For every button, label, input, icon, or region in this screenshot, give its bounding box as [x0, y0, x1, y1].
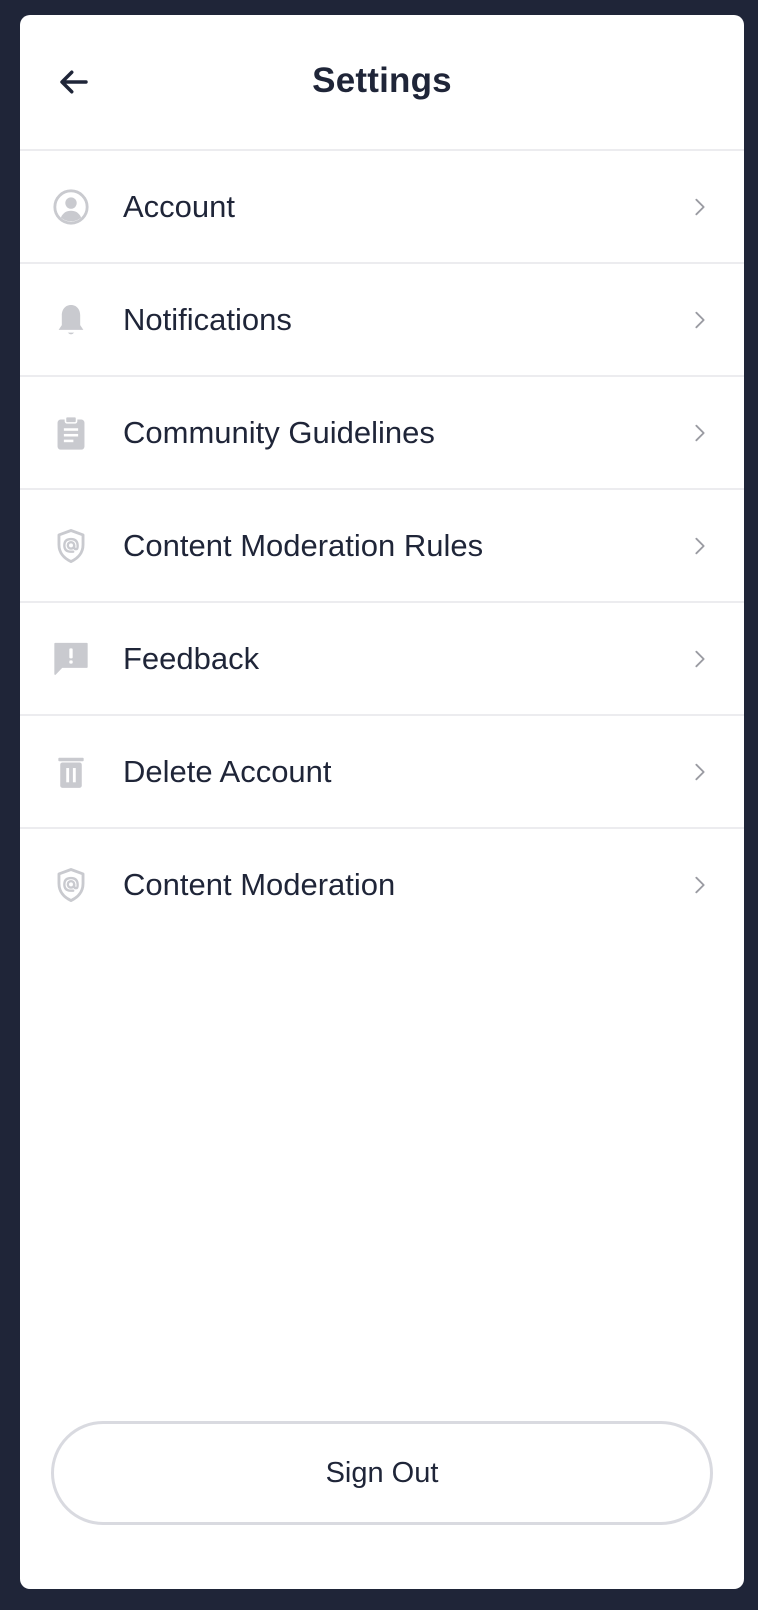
menu-item-community-guidelines[interactable]: Community Guidelines [20, 377, 744, 490]
chevron-right-icon [688, 760, 712, 784]
chevron-right-icon [688, 647, 712, 671]
settings-screen: Settings Account Notifications Community… [20, 15, 744, 1589]
menu-item-label: Feedback [123, 640, 260, 676]
page-title: Settings [312, 61, 452, 100]
menu-item-feedback[interactable]: Feedback [20, 603, 744, 716]
chevron-right-icon [688, 421, 712, 445]
menu-item-label: Content Moderation Rules [123, 527, 484, 563]
trash-icon [51, 752, 91, 792]
shield-at-icon [51, 865, 91, 905]
menu-item-notifications[interactable]: Notifications [20, 264, 744, 377]
bell-icon [51, 300, 91, 340]
header: Settings [20, 15, 744, 151]
chevron-right-icon [688, 534, 712, 558]
menu-item-label: Notifications [123, 301, 292, 337]
user-circle-icon [51, 187, 91, 227]
menu-item-label: Content Moderation [123, 866, 396, 902]
menu-item-content-moderation-rules[interactable]: Content Moderation Rules [20, 490, 744, 603]
chevron-right-icon [688, 873, 712, 897]
shield-at-icon [51, 526, 91, 566]
menu-item-delete-account[interactable]: Delete Account [20, 716, 744, 829]
menu-item-account[interactable]: Account [20, 151, 744, 264]
clipboard-icon [51, 413, 91, 453]
sign-out-button[interactable]: Sign Out [51, 1421, 713, 1525]
menu-item-label: Account [123, 188, 236, 224]
menu-item-label: Community Guidelines [123, 414, 435, 450]
chevron-right-icon [688, 195, 712, 219]
menu-item-label: Delete Account [123, 753, 332, 789]
settings-menu: Account Notifications Community Guidelin… [20, 151, 744, 940]
chevron-right-icon [688, 308, 712, 332]
feedback-alert-icon [51, 639, 91, 679]
menu-item-content-moderation[interactable]: Content Moderation [20, 829, 744, 940]
